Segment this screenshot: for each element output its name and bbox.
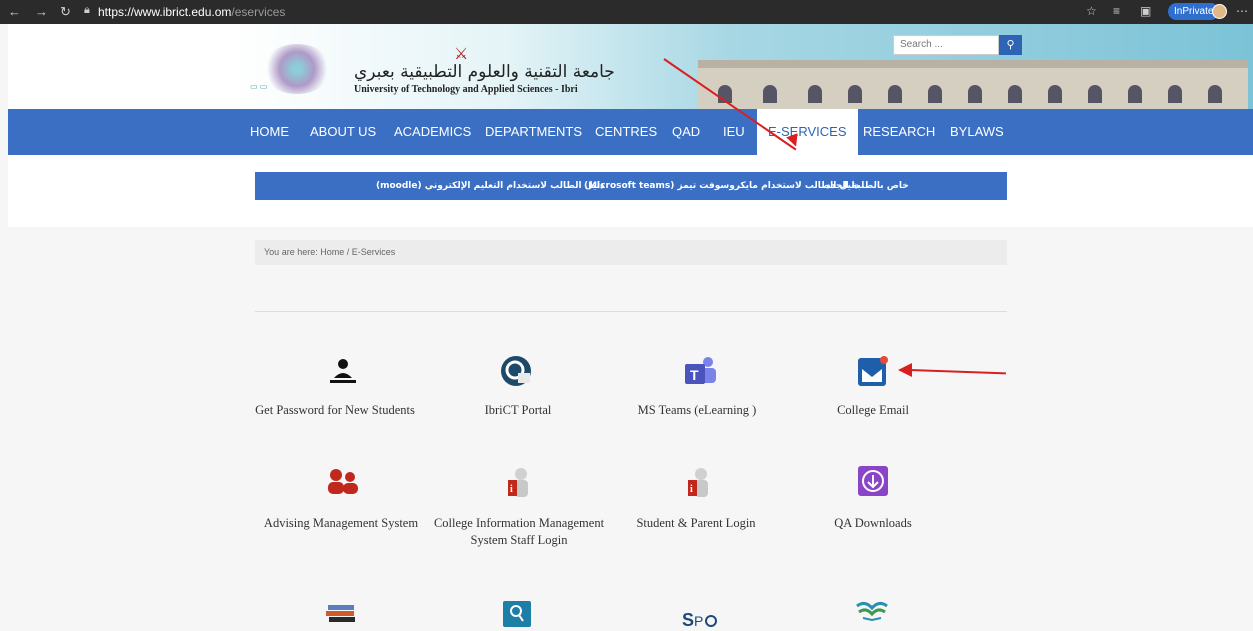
- service-label[interactable]: Advising Management System: [241, 515, 441, 532]
- teams-icon[interactable]: T: [683, 356, 717, 386]
- user-at-desk-icon[interactable]: [328, 358, 358, 386]
- menu-ieu[interactable]: IEU: [723, 109, 745, 155]
- search-icon: ⚲: [1006, 39, 1015, 51]
- books-icon[interactable]: [325, 603, 359, 625]
- back-icon[interactable]: ←: [8, 4, 21, 19]
- person-info-icon[interactable]: i: [685, 467, 711, 499]
- url-host: https://www.ibrict.edu.om: [98, 5, 232, 19]
- svg-text:T: T: [690, 367, 699, 383]
- refresh-icon[interactable]: ↻: [60, 4, 71, 20]
- forward-icon[interactable]: →: [35, 4, 48, 19]
- person-info-icon[interactable]: i: [505, 467, 531, 499]
- favorites-icon[interactable]: ≡: [1113, 4, 1120, 18]
- group-icon[interactable]: [326, 468, 360, 496]
- oman-emblem-icon: ⚔: [454, 46, 469, 63]
- menu-bylaws[interactable]: BYLAWS: [950, 109, 1004, 155]
- service-label[interactable]: MS Teams (eLearning ): [597, 402, 797, 419]
- main-menu: HOME ABOUT US ACADEMICS DEPARTMENTS CENT…: [8, 109, 1253, 157]
- divider: [255, 311, 1007, 312]
- site-header: [8, 24, 1253, 109]
- university-logo[interactable]: [262, 44, 332, 94]
- breadcrumb: You are here: Home / E-Services: [255, 240, 1007, 265]
- svg-text:S: S: [682, 610, 694, 630]
- link-moodle-guide[interactable]: دليل الطالب لاستخدام التعليم الإلكتروني …: [376, 181, 605, 191]
- menu-academics[interactable]: ACADEMICS: [394, 109, 471, 155]
- building-image: [698, 60, 1248, 109]
- annotation-arrow-email: [909, 369, 1006, 375]
- university-name-english: University of Technology and Applied Sci…: [354, 84, 578, 95]
- svg-text:i: i: [690, 484, 693, 495]
- menu-departments[interactable]: DEPARTMENTS: [485, 109, 582, 155]
- address-bar[interactable]: https://www.ibrict.edu.om/eservices: [98, 5, 285, 19]
- url-path: /eservices: [231, 5, 286, 19]
- search-person-icon[interactable]: [502, 600, 532, 628]
- menu-home[interactable]: HOME: [250, 109, 289, 155]
- service-label[interactable]: IbriCT Portal: [418, 402, 618, 419]
- search-button[interactable]: ⚲: [999, 35, 1022, 55]
- university-name-arabic: جامعة التقنية والعلوم التطبيقية بعبري: [354, 62, 615, 82]
- menu-research[interactable]: RESEARCH: [863, 109, 935, 155]
- search-input[interactable]: Search ...: [893, 35, 999, 55]
- mail-icon[interactable]: [857, 355, 889, 387]
- breadcrumb-home[interactable]: Home: [320, 247, 344, 257]
- svg-text:P: P: [694, 613, 703, 629]
- service-label[interactable]: QA Downloads: [773, 515, 973, 532]
- collections-icon[interactable]: ▣: [1140, 4, 1151, 18]
- vision-logo: ▭ ▭: [250, 82, 268, 91]
- breadcrumb-prefix: You are here:: [264, 247, 318, 257]
- download-icon[interactable]: [857, 465, 889, 497]
- menu-qad[interactable]: QAD: [672, 109, 700, 155]
- avatar[interactable]: [1212, 4, 1227, 19]
- sharepoint-icon[interactable]: SP: [681, 606, 717, 630]
- menu-centres[interactable]: CENTRES: [595, 109, 657, 155]
- favorite-star-icon[interactable]: ☆: [1086, 4, 1097, 18]
- breadcrumb-current: E-Services: [351, 247, 396, 257]
- service-label[interactable]: College Information Management System St…: [419, 515, 619, 549]
- service-label[interactable]: Student & Parent Login: [596, 515, 796, 532]
- open-book-icon[interactable]: [855, 600, 889, 622]
- arrowhead-icon: [898, 363, 912, 377]
- service-label[interactable]: College Email: [773, 402, 973, 419]
- browser-toolbar: ← → ↻ 🔒︎ https://www.ibrict.edu.om/eserv…: [0, 0, 1253, 24]
- more-icon[interactable]: ⋯: [1236, 4, 1248, 18]
- service-label[interactable]: Get Password for New Students: [235, 402, 435, 419]
- portal-icon[interactable]: [500, 355, 534, 387]
- link-teams-guide[interactable]: دليل الطالب لاستخدام مايكروسوفت تيمز (Mi…: [584, 181, 859, 191]
- menu-about-us[interactable]: ABOUT US: [310, 109, 376, 155]
- lock-icon: 🔒︎: [84, 4, 90, 16]
- svg-text:i: i: [510, 484, 513, 495]
